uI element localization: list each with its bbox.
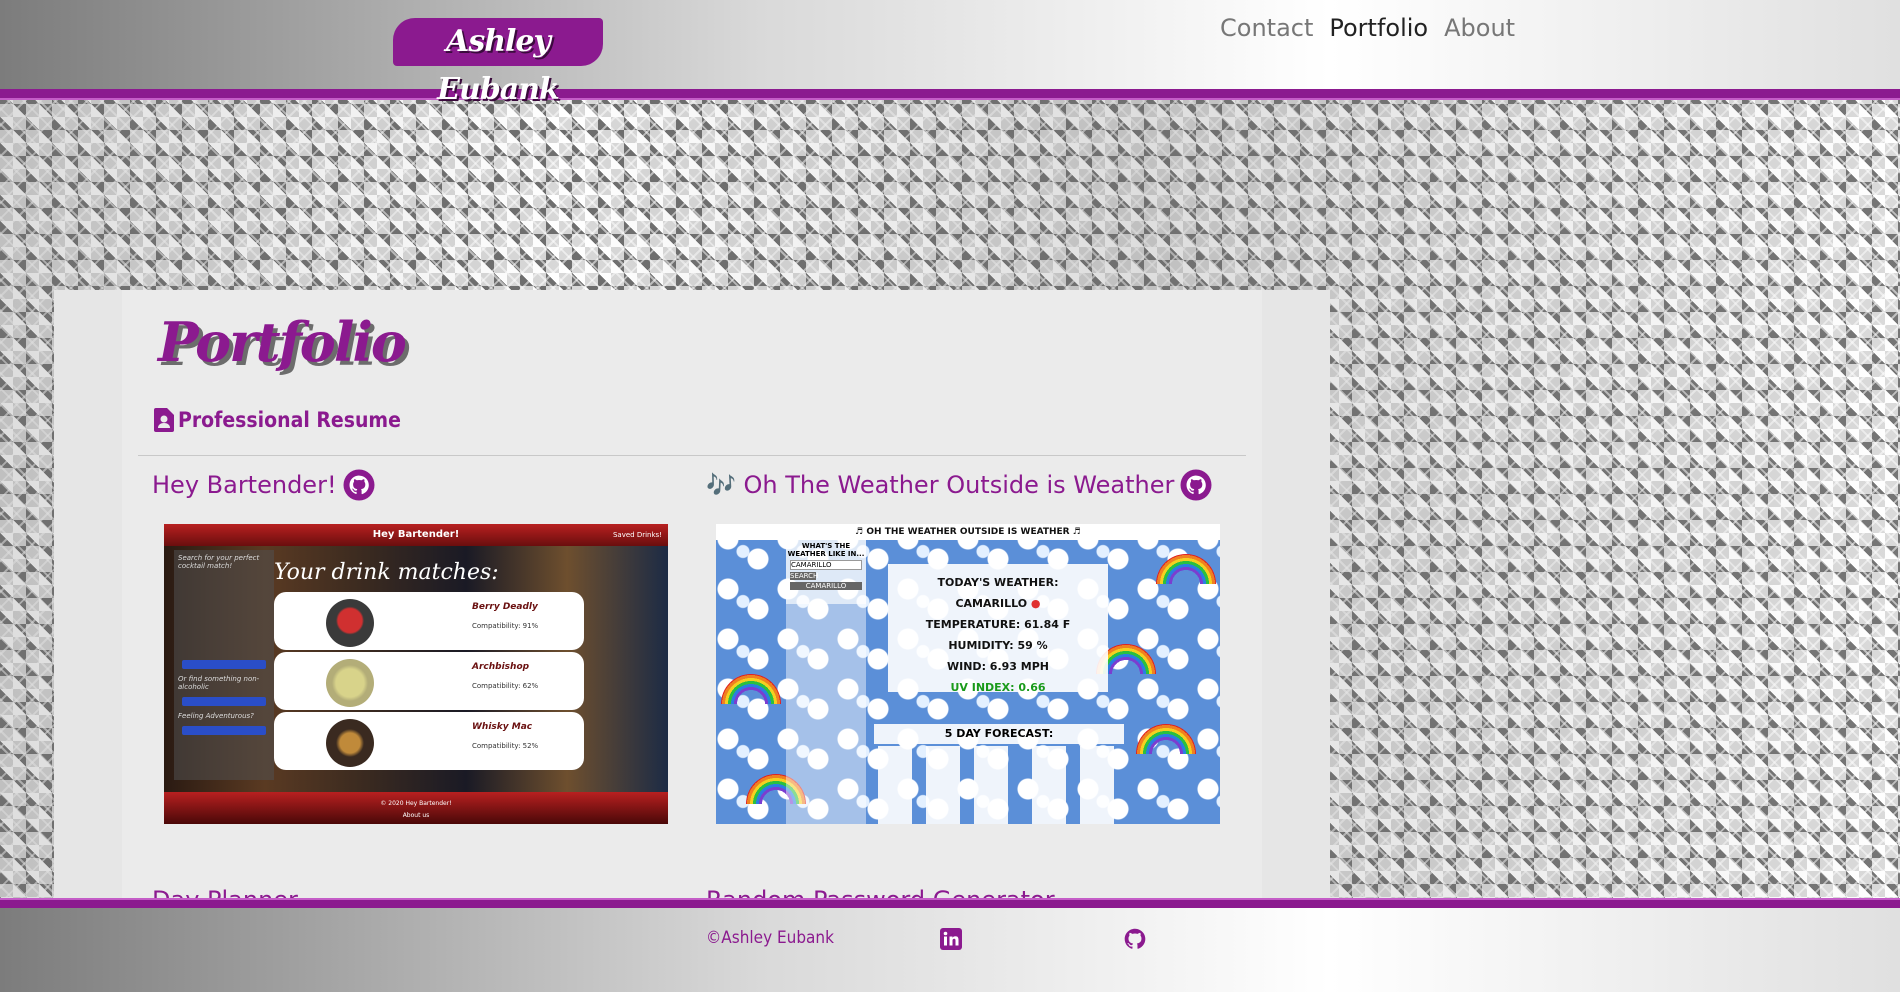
screenshot-forecast-day [974, 746, 1008, 824]
screenshot-forecast-day [1080, 746, 1114, 824]
screenshot-drink-card: Whisky Mac Compatibility: 52% [274, 712, 584, 770]
screenshot-app-title: Hey Bartender! [164, 524, 668, 546]
screenshot-app-title: ♬ OH THE WEATHER OUTSIDE IS WEATHER ♬ [716, 524, 1220, 540]
drink-name: Berry Deadly [472, 602, 538, 612]
resume-link[interactable]: Professional Resume [154, 408, 401, 432]
screenshot-today-panel: TODAY'S WEATHER: CAMARILLO ● TEMPERATURE… [888, 564, 1108, 694]
project-title[interactable]: Random Password Generator [706, 886, 1055, 900]
project-card: Hey Bartender! Hey Bartender! Saved Drin… [152, 468, 668, 824]
screenshot-city-name: CAMARILLO [955, 597, 1028, 610]
screenshot-sidebar-text: Feeling Adventurous? [178, 712, 254, 720]
site-footer: ©Ashley Eubank [0, 900, 1900, 992]
screenshot-heading: Your drink matches: [274, 560, 499, 585]
copyright: ©Ashley Eubank [706, 928, 834, 948]
screenshot-search-panel: WHAT'S THE WEATHER LIKE IN... CAMARILLO … [786, 540, 866, 604]
page-title: Portfolio [158, 310, 407, 374]
linkedin-icon[interactable] [940, 928, 962, 950]
project-card: 🎶 Oh The Weather Outside is Weather ♬ OH… [706, 468, 1220, 824]
github-icon[interactable] [343, 469, 375, 501]
nav-link-portfolio[interactable]: Portfolio [1329, 14, 1428, 42]
nav-link-about[interactable]: About [1444, 14, 1515, 42]
site-logo[interactable]: Ashley Eubank [393, 18, 603, 107]
screenshot-history-item: CAMARILLO [790, 582, 862, 590]
screenshot-forecast-day [926, 746, 960, 824]
screenshot-search-value: CAMARILLO [790, 560, 862, 570]
project-screenshot[interactable]: Hey Bartender! Saved Drinks! Search for … [164, 524, 668, 824]
project-screenshot[interactable]: ♬ OH THE WEATHER OUTSIDE IS WEATHER ♬ WH… [716, 524, 1220, 824]
screenshot-saved-link: Saved Drinks! [612, 531, 662, 539]
drink-compat: Compatibility: 91% [472, 622, 539, 630]
screenshot-city: CAMARILLO ● [955, 597, 1041, 610]
drink-name: Archbishop [472, 662, 530, 672]
screenshot-wind: WIND: 6.93 MPH [947, 660, 1049, 673]
screenshot-temperature: TEMPERATURE: 61.84 F [925, 618, 1071, 631]
drink-compat: Compatibility: 52% [472, 742, 539, 750]
screenshot-left-panel [786, 604, 866, 824]
resume-label: Professional Resume [178, 408, 401, 432]
site-header: Ashley Eubank Contact Portfolio About [0, 0, 1900, 107]
screenshot-uv: UV INDEX: 0.66 [950, 681, 1046, 694]
screenshot-humidity: HUMIDITY: 59 % [948, 639, 1048, 652]
project-title[interactable]: Day Planner [152, 886, 298, 900]
screenshot-forecast-heading: 5 DAY FORECAST: [874, 724, 1124, 744]
screenshot-drink-card: Archbishop Compatibility: 62% [274, 652, 584, 710]
screenshot-footer: © 2020 Hey Bartender! About us [164, 792, 668, 824]
content-card: Portfolio Professional Resume Hey Barten… [122, 290, 1262, 900]
project-title[interactable]: 🎶 Oh The Weather Outside is Weather [706, 471, 1174, 499]
screenshot-sidebar-text: Search for your perfect cocktail match! [178, 554, 260, 570]
drink-name: Whisky Mac [472, 722, 533, 732]
nav-link-contact[interactable]: Contact [1220, 14, 1313, 42]
person-file-icon [154, 408, 174, 432]
github-icon[interactable] [1124, 928, 1146, 950]
divider [138, 455, 1246, 456]
screenshot-search-button: SEARCH [790, 572, 819, 580]
drink-compat: Compatibility: 62% [472, 682, 539, 690]
screenshot-forecast-day [1032, 746, 1066, 824]
screenshot-footer-link: About us [402, 812, 430, 819]
project-title-row: Hey Bartender! [152, 468, 375, 502]
screenshot-today-heading: TODAY'S WEATHER: [937, 576, 1059, 589]
screenshot-forecast-day [878, 746, 912, 824]
main-nav: Contact Portfolio About [1220, 14, 1515, 42]
screenshot-drink-card: Berry Deadly Compatibility: 91% [274, 592, 584, 650]
project-title-row: 🎶 Oh The Weather Outside is Weather [706, 468, 1212, 502]
screenshot-sidebar: Search for your perfect cocktail match! … [174, 550, 274, 780]
screenshot-footer-text: © 2020 Hey Bartender! [380, 800, 452, 807]
github-icon[interactable] [1180, 469, 1212, 501]
screenshot-sidebar-text: Or find something non-alcoholic [178, 675, 260, 691]
screenshot-search-heading: WHAT'S THE WEATHER LIKE IN... [787, 542, 865, 558]
project-title[interactable]: Hey Bartender! [152, 471, 337, 499]
